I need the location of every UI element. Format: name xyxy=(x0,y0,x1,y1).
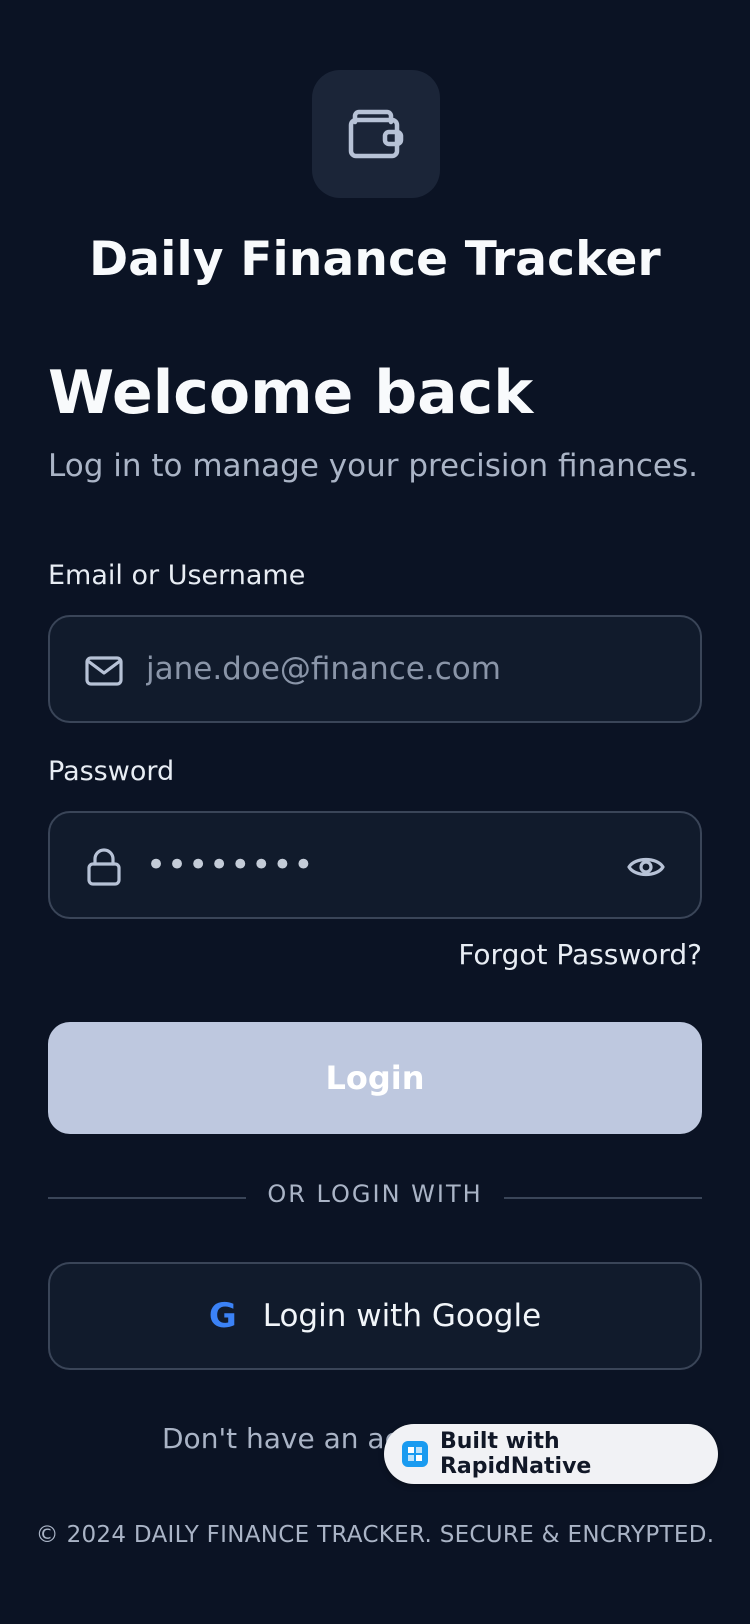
password-field[interactable]: •••••••• xyxy=(48,811,702,919)
or-divider: OR LOGIN WITH xyxy=(48,1180,702,1216)
login-button[interactable]: Login xyxy=(48,1022,702,1134)
rapidnative-badge[interactable]: Built with RapidNative xyxy=(384,1424,718,1484)
password-label: Password xyxy=(48,756,175,787)
app-title: Daily Finance Tracker xyxy=(89,232,661,287)
signup-prompt[interactable]: Don't have an acc xyxy=(162,1422,415,1455)
mail-icon xyxy=(85,656,123,686)
footer-text: © 2024 DAILY FINANCE TRACKER. SECURE & E… xyxy=(35,1522,715,1548)
email-label: Email or Username xyxy=(48,560,306,591)
divider-line-right xyxy=(504,1197,702,1199)
app-logo xyxy=(312,70,440,198)
wallet-icon xyxy=(348,109,404,159)
login-screen: Daily Finance Tracker Welcome back Log i… xyxy=(0,0,750,1624)
forgot-password-link[interactable]: Forgot Password? xyxy=(458,938,702,971)
rapidnative-logo-icon xyxy=(402,1441,428,1467)
google-login-button[interactable]: G Login with Google xyxy=(48,1262,702,1370)
welcome-subtitle: Log in to manage your precision finances… xyxy=(48,448,698,484)
lock-icon xyxy=(87,848,121,886)
eye-icon[interactable] xyxy=(626,847,666,887)
password-input[interactable]: •••••••• xyxy=(146,813,314,917)
divider-text: OR LOGIN WITH xyxy=(267,1180,483,1208)
google-icon: G xyxy=(208,1296,237,1336)
badge-label: Built with RapidNative xyxy=(439,1429,592,1479)
welcome-heading: Welcome back xyxy=(48,358,534,428)
email-field[interactable] xyxy=(48,615,702,723)
google-login-label: Login with Google xyxy=(262,1298,542,1334)
email-input[interactable] xyxy=(146,617,646,721)
